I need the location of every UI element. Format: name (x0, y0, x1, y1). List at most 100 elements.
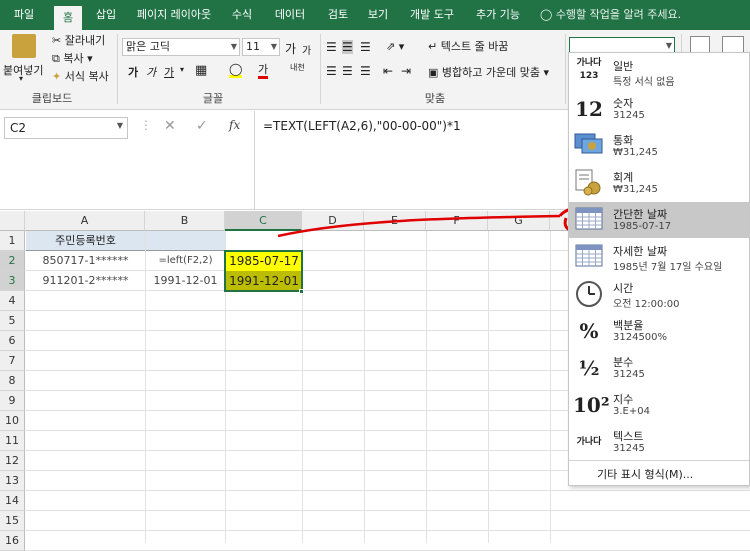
row-header-4[interactable]: 4 (0, 291, 25, 311)
align-bottom-icon[interactable]: ☰ (360, 40, 371, 54)
column-header-a[interactable]: A (25, 211, 145, 231)
row-header-10[interactable]: 10 (0, 411, 25, 431)
orientation-icon[interactable]: ⇗ ▾ (386, 40, 404, 53)
row-header-5[interactable]: 5 (0, 311, 25, 331)
tell-me-text: 수행할 작업을 알려 주세요. (555, 8, 682, 21)
cancel-icon[interactable]: ✕ (164, 118, 176, 134)
copy-button[interactable]: ⧉ 복사 ▾ (52, 50, 93, 66)
fraction-icon: ½ (578, 356, 600, 380)
cell-b2[interactable]: =left(F2,2) (146, 251, 225, 271)
row-header-15[interactable]: 15 (0, 511, 25, 531)
row-header-14[interactable]: 14 (0, 491, 25, 511)
format-item-general[interactable]: 가나다 123 일반 특정 서식 없음 (569, 54, 749, 90)
grow-font-button[interactable]: 가 (285, 40, 296, 57)
format-item-number[interactable]: 12 숫자 31245 (569, 91, 749, 127)
fill-color-icon[interactable]: ◯ (229, 63, 243, 78)
format-item-accounting[interactable]: 회계 ₩31,245 (569, 165, 749, 201)
tab-file[interactable]: 파일 (6, 0, 42, 30)
tab-addins[interactable]: 추가 기능 (470, 0, 526, 30)
row-header-6[interactable]: 6 (0, 331, 25, 351)
format-item-currency[interactable]: 통화 ₩31,245 (569, 128, 749, 164)
row-header-12[interactable]: 12 (0, 451, 25, 471)
font-name-value: 맑은 고딕 (126, 40, 170, 53)
format-item-time[interactable]: 시간 오전 12:00:00 (569, 276, 749, 312)
annotation-stroke (277, 214, 561, 238)
tab-page-layout[interactable]: 페이지 레이아웃 (130, 0, 218, 30)
row-header-3[interactable]: 3 (0, 271, 25, 291)
group-label-clipboard: 클립보드 (31, 92, 73, 105)
chevron-down-icon[interactable]: ▾ (19, 74, 23, 83)
tab-home[interactable]: 홈 (54, 6, 82, 30)
name-box-value: C2 (10, 121, 27, 135)
fill-handle[interactable] (299, 289, 304, 294)
italic-button[interactable]: 가 (146, 64, 156, 80)
font-size-combo[interactable]: 11 ▼ (242, 38, 280, 56)
format-item-percentage[interactable]: % 백분율 3124500% (569, 313, 749, 349)
cell-b1[interactable] (146, 231, 225, 251)
format-item-long-date[interactable]: 자세한 날짜 1985년 7월 17일 수요일 (569, 239, 749, 275)
merge-center-button[interactable]: ▣ 병합하고 가운데 맞춤 ▾ (428, 64, 549, 80)
shrink-font-button[interactable]: 가 (302, 42, 311, 57)
row-header-9[interactable]: 9 (0, 391, 25, 411)
font-color-button[interactable]: 가 (258, 64, 269, 79)
scissors-icon: ✂ (52, 34, 62, 47)
format-item-text[interactable]: 가나다 텍스트 31245 (569, 424, 749, 460)
chevron-down-icon[interactable]: ▾ (180, 65, 184, 74)
format-example: 3.E+04 (613, 406, 650, 417)
tell-me-box[interactable]: ◯ 수행할 작업을 알려 주세요. (540, 0, 690, 30)
format-item-short-date[interactable]: 간단한 날짜 1985-07-17 (569, 202, 749, 238)
tab-developer[interactable]: 개발 도구 (404, 0, 460, 30)
format-example: 3124500% (613, 332, 668, 343)
format-name: 백분율 (613, 319, 644, 332)
increase-indent-icon[interactable]: ⇥ (401, 64, 411, 78)
format-painter-button[interactable]: ✦ 서식 복사 (52, 68, 109, 84)
bold-button[interactable]: 가 (128, 64, 138, 80)
column-header-b[interactable]: B (145, 211, 225, 231)
select-all-corner[interactable] (0, 211, 25, 231)
underline-button[interactable]: 가 (164, 64, 174, 80)
tab-data[interactable]: 데이터 (268, 0, 312, 30)
font-name-combo[interactable]: 맑은 고딕 ▼ (122, 38, 240, 56)
border-icon[interactable]: ▦ (195, 63, 207, 78)
cut-button[interactable]: ✂ 잘라내기 (52, 32, 105, 48)
paste-icon[interactable] (12, 34, 36, 58)
decrease-indent-icon[interactable]: ⇤ (383, 64, 393, 78)
ribbon-separator (565, 34, 566, 104)
format-item-scientific[interactable]: 10² 지수 3.E+04 (569, 387, 749, 423)
more-number-formats-button[interactable]: 기타 표시 형식(M)... (597, 466, 693, 482)
format-example: 31245 (613, 110, 645, 121)
align-middle-icon[interactable]: ☰ (342, 40, 353, 54)
row-header-13[interactable]: 13 (0, 471, 25, 491)
format-name: 시간 (613, 282, 634, 295)
ruby-button[interactable]: 내천 (290, 63, 305, 72)
tab-view[interactable]: 보기 (362, 0, 394, 30)
row-header-8[interactable]: 8 (0, 371, 25, 391)
paste-button[interactable]: 붙여넣기 (3, 62, 43, 78)
row-header-2[interactable]: 2 (0, 251, 25, 271)
format-example: 1985-07-17 (613, 221, 672, 232)
currency-icon (573, 131, 605, 161)
wrap-text-button[interactable]: ↵ 텍스트 줄 바꿈 (428, 38, 508, 54)
wrap-text-icon: ↵ (428, 40, 438, 53)
insert-function-icon[interactable]: fx (229, 118, 240, 132)
align-right-icon[interactable]: ☰ (360, 64, 371, 78)
tab-formulas[interactable]: 수식 (226, 0, 258, 30)
row-header-11[interactable]: 11 (0, 431, 25, 451)
tab-review[interactable]: 검토 (322, 0, 354, 30)
grid-line (25, 530, 750, 531)
scientific-icon: 10² (573, 393, 610, 417)
row-header-7[interactable]: 7 (0, 351, 25, 371)
align-center-icon[interactable]: ☰ (342, 64, 353, 78)
enter-icon[interactable]: ✓ (196, 118, 208, 134)
row-header-1[interactable]: 1 (0, 231, 25, 251)
cell-a3[interactable]: 911201-2****** (26, 271, 145, 291)
name-box[interactable]: C2 ▼ (4, 117, 128, 139)
align-left-icon[interactable]: ☰ (326, 64, 337, 78)
align-top-icon[interactable]: ☰ (326, 40, 337, 54)
cell-a1[interactable]: 주민등록번호 (26, 231, 145, 251)
cell-a2[interactable]: 850717-1****** (26, 251, 145, 271)
format-item-fraction[interactable]: ½ 분수 31245 (569, 350, 749, 386)
row-header-16[interactable]: 16 (0, 531, 25, 551)
tab-insert[interactable]: 삽입 (88, 0, 124, 30)
cell-b3[interactable]: 1991-12-01 (146, 271, 225, 291)
